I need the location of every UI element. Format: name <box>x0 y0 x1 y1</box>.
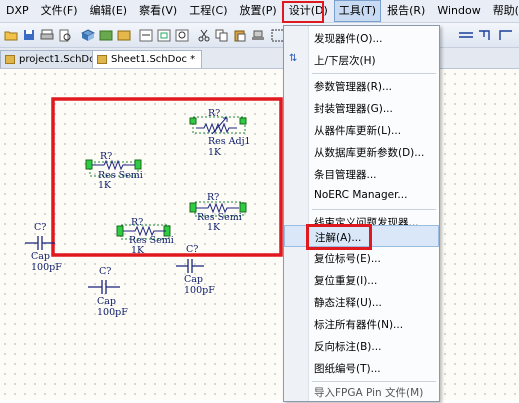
r-bottom-value: 1K <box>131 245 145 256</box>
r-right-designator: R? <box>207 192 220 203</box>
c-mid-comment: Cap <box>97 296 117 307</box>
menu-item-up-down-hierarchy[interactable]: ⇅ 上/下层次(H) <box>284 49 439 71</box>
annotate-highlight <box>306 224 372 250</box>
r-left-value: 1K <box>98 180 112 191</box>
tools-menu-highlight <box>282 1 324 23</box>
c-right-value: 100pF <box>184 285 215 296</box>
capacitor-c-left <box>25 236 55 250</box>
c-mid-designator: C? <box>99 266 112 277</box>
r-bottom-designator: R? <box>131 217 144 228</box>
c-left-value: 100pF <box>31 262 62 273</box>
r-top-comment: Res Adj1 <box>208 136 251 147</box>
c-right-designator: C? <box>186 244 199 255</box>
tools-menu: 发现器件(O)... ⇅ 上/下层次(H) 参数管理器(R)... 封装管理器(… <box>283 25 440 402</box>
menu-item-update-from-database[interactable]: 从数据库更新参数(D)... <box>284 141 439 163</box>
r-right-value: 1K <box>207 222 221 233</box>
capacitor-c-right <box>176 259 204 273</box>
menu-item-sheet-numbering[interactable]: 图纸编号(T)... <box>284 357 439 379</box>
menu-item-reset-duplicates[interactable]: 复位重复(I)... <box>284 269 439 291</box>
menu-item-find-component[interactable]: 发现器件(O)... <box>284 27 439 49</box>
r-top-designator: R? <box>208 108 221 119</box>
capacitor-c-mid <box>88 280 120 294</box>
menu-item-footprint-manager[interactable]: 封装管理器(G)... <box>284 97 439 119</box>
menu-item-back-annotate[interactable]: 反向标注(B)... <box>284 335 439 357</box>
menu-item-reset-designators[interactable]: 复位标号(E)... <box>284 247 439 269</box>
c-right-comment: Cap <box>184 274 204 285</box>
r-top-value: 1K <box>208 147 222 158</box>
schematic-drawing <box>25 97 283 294</box>
menu-item-item-manager[interactable]: 条目管理器... <box>284 163 439 185</box>
up-down-arrows-icon: ⇅ <box>289 53 298 64</box>
menu-item-annotate-all[interactable]: 标注所有器件(N)... <box>284 313 439 335</box>
menu-separator <box>312 209 436 210</box>
c-left-designator: C? <box>34 222 47 233</box>
menu-item-noerc-manager[interactable]: NoERC Manager... <box>284 185 439 207</box>
r-left-designator: R? <box>100 151 113 162</box>
resistor-r-top <box>189 116 247 135</box>
menu-separator <box>312 73 436 74</box>
menu-item-static-annotate[interactable]: 静态注释(U)... <box>284 291 439 313</box>
menu-item-parameter-manager[interactable]: 参数管理器(R)... <box>284 75 439 97</box>
c-mid-value: 100pF <box>97 307 128 318</box>
menu-item-update-from-library[interactable]: 从器件库更新(L)... <box>284 119 439 141</box>
c-left-comment: Cap <box>31 251 51 262</box>
